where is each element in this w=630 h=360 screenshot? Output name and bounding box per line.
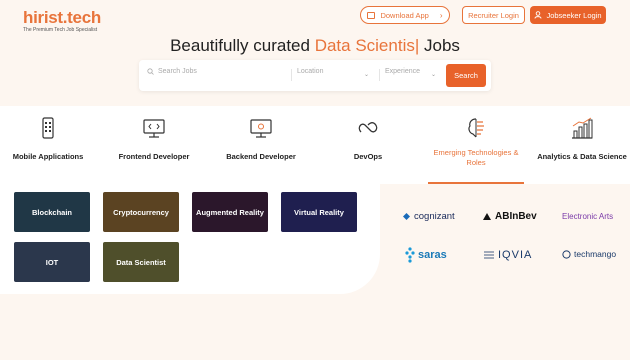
download-app-button[interactable]: Download App ›: [360, 6, 450, 24]
download-app-label: Download App: [380, 10, 429, 20]
tile-label: Data Scientist: [116, 257, 166, 267]
search-icon: [147, 68, 154, 75]
divider: [379, 69, 380, 81]
category-label: Analytics & Data Science: [537, 152, 627, 161]
category-label: Emerging Technologies & Roles: [433, 148, 519, 167]
brand-label: techmango: [574, 249, 617, 259]
brand-iqvia: IQVIA: [483, 249, 532, 261]
infinity-icon: [358, 122, 378, 133]
recruiter-login-button[interactable]: Recruiter Login: [462, 6, 525, 24]
iqvia-logo-icon: [484, 251, 494, 259]
hero-title-post: Jobs: [419, 36, 460, 55]
divider: [291, 69, 292, 81]
tile-augmented-reality[interactable]: Augmented Reality: [192, 192, 268, 232]
chevron-right-icon: ›: [439, 10, 443, 20]
tile-iot[interactable]: IOT: [14, 242, 90, 282]
abinbev-logo-icon: [483, 213, 491, 220]
brand-label: IQVIA: [498, 249, 533, 261]
tile-virtual-reality[interactable]: Virtual Reality: [281, 192, 357, 232]
monitor-gear-icon: [250, 119, 272, 138]
logo-text: hirist.tech: [23, 8, 101, 27]
tile-label: Cryptocurrency: [113, 207, 169, 217]
brand-techmango: techmango: [562, 249, 616, 259]
brand-label: ABInBev: [495, 211, 537, 222]
category-emerging-technologies[interactable]: Emerging Technologies & Roles: [428, 106, 524, 184]
category-analytics-data-science[interactable]: Analytics & Data Science: [534, 106, 630, 184]
chevron-down-icon: ⌄: [431, 72, 437, 78]
category-frontend-developer[interactable]: Frontend Developer: [106, 106, 202, 184]
hero-title: Beautifully curated Data Scientis| Jobs: [0, 36, 630, 56]
category-strip: Mobile Applications Frontend Developer B…: [0, 106, 630, 184]
brand-saras: saras: [405, 247, 447, 263]
search-bar: Search Jobs Location ⌄ Experience ⌄ Sear…: [139, 60, 491, 91]
logo-tagline: The Premium Tech Job Specialist: [23, 27, 98, 33]
brain-chip-icon: [468, 118, 484, 138]
brand-cognizant: cognizant: [402, 211, 455, 222]
monitor-code-icon: [143, 119, 165, 138]
cognizant-logo-icon: [403, 213, 410, 220]
user-icon: [535, 11, 542, 19]
tile-data-scientist[interactable]: Data Scientist: [103, 242, 179, 282]
brand-label: Electronic Arts: [562, 212, 614, 221]
tile-cryptocurrency[interactable]: Cryptocurrency: [103, 192, 179, 232]
category-label: Mobile Applications: [12, 152, 84, 161]
search-jobs-input[interactable]: Search Jobs: [147, 68, 287, 75]
techmango-logo-icon: [562, 249, 571, 259]
brand-label: saras: [418, 249, 447, 261]
saras-logo-icon: [405, 247, 415, 263]
tile-label: Augmented Reality: [196, 207, 264, 217]
page-background: [0, 294, 630, 360]
tile-label: Virtual Reality: [294, 207, 344, 217]
category-mobile-applications[interactable]: Mobile Applications: [0, 106, 96, 184]
hero-title-pre: Beautifully curated: [170, 36, 315, 55]
hero-title-accent: Data Scientis|: [314, 36, 420, 55]
mobile-icon: [42, 117, 54, 139]
location-placeholder: Location: [297, 68, 324, 75]
brand-label: cognizant: [414, 211, 455, 222]
category-label: DevOps: [353, 152, 383, 161]
category-label: Frontend Developer: [118, 152, 190, 161]
tile-label: IOT: [45, 257, 59, 267]
brand-abinbev: ABInBev: [482, 211, 537, 222]
app-icon: [367, 11, 376, 19]
jobseeker-login-label: Jobseeker Login: [546, 10, 602, 20]
logo[interactable]: hirist.tech The Premium Tech Job Special…: [23, 8, 101, 33]
category-devops[interactable]: DevOps: [320, 106, 416, 184]
search-button[interactable]: Search: [446, 64, 486, 87]
brand-electronic-arts: Electronic Arts: [562, 212, 613, 221]
jobseeker-login-button[interactable]: Jobseeker Login: [530, 6, 606, 24]
bar-chart-icon: [572, 117, 593, 139]
subcategory-panel: Blockchain Cryptocurrency Augmented Real…: [0, 184, 380, 294]
search-jobs-placeholder: Search Jobs: [158, 68, 197, 75]
category-label: Backend Developer: [226, 152, 296, 161]
category-backend-developer[interactable]: Backend Developer: [213, 106, 309, 184]
chevron-down-icon: ⌄: [364, 72, 370, 78]
tile-label: Blockchain: [31, 207, 72, 217]
experience-placeholder: Experience: [385, 68, 421, 75]
tile-blockchain[interactable]: Blockchain: [14, 192, 90, 232]
